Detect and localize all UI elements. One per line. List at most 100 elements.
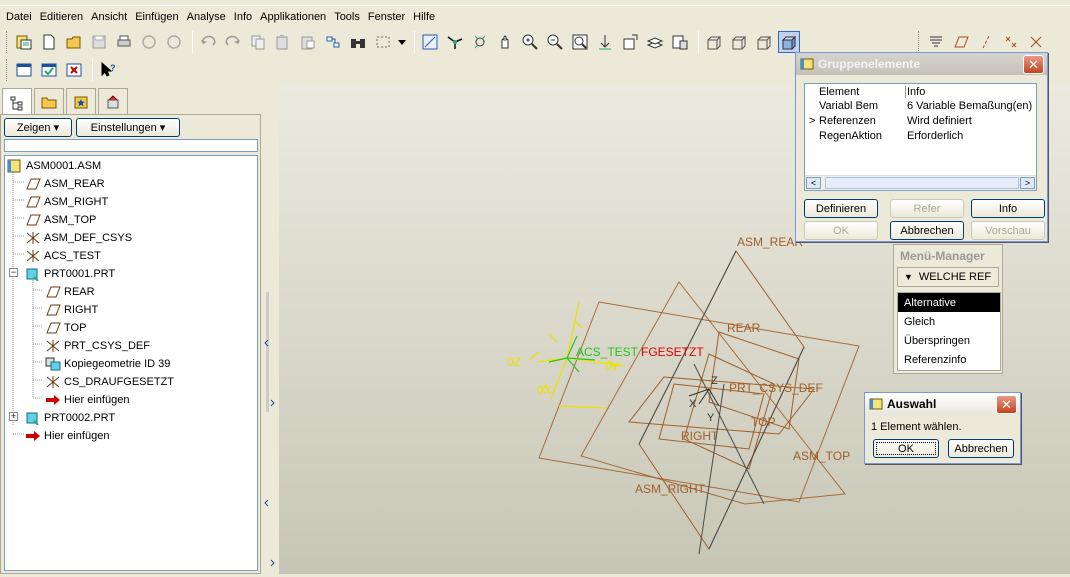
paste-special-icon[interactable] (297, 31, 319, 53)
pan-hand-icon[interactable] (494, 31, 516, 53)
selection-dialog-titlebar[interactable]: Auswahl ✕ (865, 393, 1020, 415)
tree-item[interactable]: ACS_TEST (25, 248, 101, 264)
tree-item[interactable]: REAR (45, 284, 95, 300)
tree-item[interactable]: Hier einfügen (25, 428, 109, 444)
redo-icon[interactable] (222, 31, 244, 53)
tree-item[interactable]: PRT0001.PRT (25, 266, 115, 282)
tree-item[interactable]: ASM_TOP (25, 212, 96, 228)
z-axis-label: Z (711, 375, 718, 387)
send-mail-icon[interactable] (138, 31, 160, 53)
menu-item-alternative[interactable]: Alternative (898, 293, 1000, 312)
tree-item[interactable]: Hier einfügen (45, 392, 129, 408)
tree-item[interactable]: ASM0001.ASM (7, 158, 101, 174)
wireframe-icon[interactable] (703, 31, 725, 53)
paste-icon[interactable] (272, 31, 294, 53)
print-icon[interactable] (113, 31, 135, 53)
new-file-icon[interactable] (38, 31, 60, 53)
ok-button[interactable]: OK (873, 439, 939, 458)
reorient-icon[interactable] (594, 31, 616, 53)
tree-item-label: REAR (64, 286, 95, 298)
tab-model-tree[interactable] (2, 88, 32, 116)
tree-item[interactable]: CS_DRAUFGESETZT (45, 374, 174, 390)
tree-item[interactable]: ASM_REAR (25, 176, 105, 192)
horizontal-scrollbar[interactable]: < > (805, 175, 1036, 190)
tree-item[interactable]: ASM_DEF_CSYS (25, 230, 132, 246)
group-elements-dialog: Gruppenelemente ✕ Element Info Variabl B… (795, 52, 1048, 242)
menu-item-ueberspringen[interactable]: Überspringen (898, 331, 1000, 350)
menu-info[interactable]: Info (230, 11, 256, 23)
menu-tools[interactable]: Tools (330, 11, 364, 23)
menu-ansicht[interactable]: Ansicht (87, 11, 131, 23)
model-tree-toggle-icon[interactable] (13, 59, 35, 81)
new-from-template-icon[interactable] (13, 31, 35, 53)
annotation-display-icon[interactable] (925, 31, 947, 53)
menu-datei[interactable]: Datei (2, 11, 36, 23)
repaint-icon[interactable] (419, 31, 441, 53)
dropdown-arrow-icon[interactable] (397, 31, 407, 53)
tree-item[interactable]: Kopiegeometrie ID 39 (45, 356, 170, 372)
tree-item[interactable]: TOP (45, 320, 86, 336)
menu-editieren[interactable]: Editieren (36, 11, 87, 23)
ok-button[interactable]: OK (804, 221, 878, 240)
save-icon[interactable] (88, 31, 110, 53)
view-manager-icon[interactable] (669, 31, 691, 53)
csys-display-icon[interactable] (1025, 31, 1047, 53)
find-binoculars-icon[interactable] (347, 31, 369, 53)
no-hidden-icon[interactable] (753, 31, 775, 53)
x-axis-label: X (689, 398, 697, 410)
zoom-in-icon[interactable] (519, 31, 541, 53)
splitter-bar[interactable] (262, 84, 278, 574)
menu-einfuegen[interactable]: Einfügen (131, 11, 182, 23)
close-window-icon[interactable] (63, 59, 85, 81)
submenu-welche-ref[interactable]: ▼ WELCHE REF (897, 267, 999, 287)
orient-mode-icon[interactable] (469, 31, 491, 53)
menu-item-gleich[interactable]: Gleich (898, 312, 1000, 331)
copy-icon[interactable] (247, 31, 269, 53)
define-button[interactable]: Definieren (804, 199, 878, 218)
expand-prt0001-toggle[interactable]: − (9, 268, 18, 277)
expand-prt0002-toggle[interactable]: + (9, 412, 18, 421)
hidden-line-icon[interactable] (728, 31, 750, 53)
send-link-icon[interactable] (163, 31, 185, 53)
tree-item[interactable]: PRT_CSYS_DEF (45, 338, 150, 354)
spin-center-icon[interactable] (444, 31, 466, 53)
close-icon[interactable]: ✕ (996, 395, 1017, 414)
cancel-button[interactable]: Abbrechen (948, 439, 1014, 458)
open-folder-icon[interactable] (63, 31, 85, 53)
tab-favorites[interactable] (66, 88, 96, 114)
menu-analyse[interactable]: Analyse (183, 11, 230, 23)
scroll-thumb[interactable] (825, 177, 1019, 189)
activate-window-icon[interactable] (38, 59, 60, 81)
select-box-icon[interactable] (372, 31, 394, 53)
scroll-right-icon[interactable]: > (1020, 177, 1035, 189)
menu-fenster[interactable]: Fenster (364, 11, 409, 23)
saved-views-icon[interactable] (619, 31, 641, 53)
zoom-out-icon[interactable] (544, 31, 566, 53)
info-button[interactable]: Info (971, 199, 1045, 218)
layers-icon[interactable] (644, 31, 666, 53)
tab-folder-browser[interactable] (34, 88, 64, 114)
scroll-left-icon[interactable]: < (806, 177, 821, 189)
refit-icon[interactable] (569, 31, 591, 53)
datum-point-display-icon[interactable] (1000, 31, 1022, 53)
settings-button[interactable]: Einstellungen ▾ (76, 118, 180, 137)
tree-item[interactable]: RIGHT (45, 302, 98, 318)
show-button[interactable]: Zeigen ▾ (4, 118, 72, 137)
tree-item[interactable]: ASM_RIGHT (25, 194, 108, 210)
tree-item[interactable]: PRT0002.PRT (25, 410, 115, 426)
close-icon[interactable]: ✕ (1023, 55, 1044, 74)
regenerate-icon[interactable] (322, 31, 344, 53)
undo-icon[interactable] (197, 31, 219, 53)
menu-applikationen[interactable]: Applikationen (256, 11, 330, 23)
menu-hilfe[interactable]: Hilfe (409, 11, 439, 23)
datum-plane-display-icon[interactable] (950, 31, 972, 53)
menu-item-referenzinfo[interactable]: Referenzinfo (898, 350, 1000, 369)
group-dialog-titlebar[interactable]: Gruppenelemente ✕ (796, 53, 1047, 75)
preview-button[interactable]: Vorschau (971, 221, 1045, 240)
datum-axis-display-icon[interactable] (975, 31, 997, 53)
shading-icon[interactable] (778, 31, 800, 53)
refer-button[interactable]: Refer (890, 199, 964, 218)
cancel-button[interactable]: Abbrechen (890, 221, 964, 240)
tab-connections[interactable] (98, 88, 128, 114)
context-help-icon[interactable]: ? (97, 59, 119, 81)
